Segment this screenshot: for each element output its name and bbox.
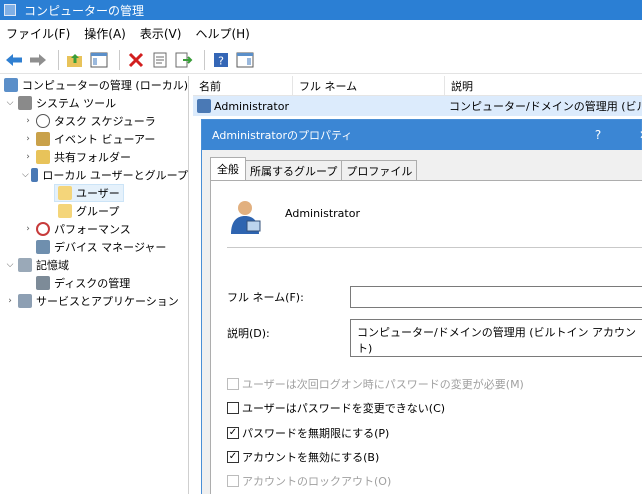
forward-arrow-icon[interactable] [28, 50, 48, 70]
checkbox-box [227, 378, 239, 390]
performance-icon [36, 222, 50, 236]
folder-icon [58, 204, 72, 218]
list-item[interactable]: Administrator コンピューター/ドメインの管理用 (ビルトイ [193, 96, 642, 116]
folder-icon [58, 186, 72, 200]
tab-profile[interactable]: プロファイル [341, 160, 418, 180]
user-avatar-icon [231, 201, 261, 234]
show-action-pane-icon[interactable] [235, 50, 255, 70]
dialog-body: 全般 所属するグループ プロファイル Administrator フル ネーム(… [202, 150, 642, 494]
show-hide-tree-icon[interactable] [89, 50, 109, 70]
chevron-right-icon[interactable]: › [4, 296, 16, 306]
up-folder-icon[interactable] [65, 50, 85, 70]
tree-item-root[interactable]: コンピューターの管理 (ローカル) [0, 76, 188, 94]
fullname-field[interactable] [350, 286, 642, 308]
computer-management-icon [4, 4, 16, 16]
menu-action[interactable]: 操作(A) [84, 25, 126, 42]
column-header-fullname[interactable]: フル ネーム [293, 76, 445, 95]
window-title-bar: コンピューターの管理 [0, 0, 642, 20]
help-button[interactable]: ? [576, 120, 620, 150]
clock-icon [36, 114, 50, 128]
navigation-tree: コンピューターの管理 (ローカル) ⌵ システム ツール › タスク スケジュー… [0, 76, 189, 494]
tree-item-performance[interactable]: › パフォーマンス [0, 220, 188, 238]
menu-help[interactable]: ヘルプ(H) [195, 25, 249, 42]
menu-view[interactable]: 表示(V) [140, 25, 182, 42]
chevron-down-icon[interactable]: ⌵ [4, 260, 16, 270]
chevron-down-icon[interactable]: ⌵ [22, 170, 29, 180]
list-item-name: Administrator [193, 99, 293, 113]
properties-icon[interactable] [150, 50, 170, 70]
svg-text:?: ? [218, 54, 224, 67]
chevron-right-icon[interactable]: › [22, 134, 34, 144]
dialog-title-bar: Administratorのプロパティ ? ✕ [202, 120, 642, 150]
export-list-icon[interactable] [174, 50, 194, 70]
toolbar-separator [119, 49, 120, 70]
tab-strip: 全般 所属するグループ プロファイル [210, 157, 418, 180]
toolbar: ? [0, 46, 642, 74]
must-change-password-checkbox[interactable]: ユーザーは次回ログオン時にパスワードの変更が必要(M) [227, 376, 524, 392]
window-title: コンピューターの管理 [24, 3, 145, 18]
description-field[interactable]: コンピューター/ドメインの管理用 (ビルトイン アカウント) [350, 319, 642, 357]
properties-dialog: Administratorのプロパティ ? ✕ 全般 所属するグループ プロファ… [201, 119, 642, 494]
checkmark-icon: ✓ [227, 427, 239, 439]
cannot-change-password-checkbox[interactable]: ユーザーはパスワードを変更できない(C) [227, 400, 445, 416]
tree-item-task-scheduler[interactable]: › タスク スケジューラ [0, 112, 188, 130]
user-icon [197, 99, 211, 113]
checkmark-icon: ✓ [227, 451, 239, 463]
tab-general[interactable]: 全般 [210, 157, 246, 180]
checkbox-box [227, 475, 239, 487]
list-item-description: コンピューター/ドメインの管理用 (ビルトイ [449, 100, 642, 113]
chevron-right-icon[interactable]: › [22, 152, 34, 162]
toolbar-separator [204, 49, 205, 70]
back-arrow-icon[interactable] [4, 50, 24, 70]
device-manager-icon [36, 240, 50, 254]
divider [227, 247, 642, 248]
selected-node: ユーザー [54, 184, 124, 202]
tree-item-groups[interactable]: グループ [0, 202, 188, 220]
tree-item-storage[interactable]: ⌵ 記憶域 [0, 256, 188, 274]
chevron-down-icon[interactable]: ⌵ [4, 98, 16, 108]
tree-item-users[interactable]: ユーザー [0, 184, 188, 202]
users-icon [30, 168, 39, 182]
services-icon [18, 294, 32, 308]
menu-file[interactable]: ファイル(F) [6, 25, 70, 42]
tree-item-event-viewer[interactable]: › イベント ビューアー [0, 130, 188, 148]
dialog-title: Administratorのプロパティ [212, 129, 353, 142]
chevron-right-icon[interactable]: › [22, 224, 34, 234]
toolbar-separator [58, 49, 59, 70]
tree-item-services-apps[interactable]: › サービスとアプリケーション [0, 292, 188, 310]
tree-item-shared-folders[interactable]: › 共有フォルダー [0, 148, 188, 166]
computer-management-icon [4, 78, 18, 92]
fullname-label: フル ネーム(F): [227, 291, 304, 304]
account-name: Administrator [285, 207, 360, 220]
close-button[interactable]: ✕ [622, 120, 642, 150]
general-panel: Administrator フル ネーム(F): 説明(D): コンピューター/… [210, 180, 642, 494]
description-label: 説明(D): [227, 327, 270, 340]
shared-folder-icon [36, 150, 50, 164]
tools-icon [18, 96, 32, 110]
tree-item-device-manager[interactable]: デバイス マネージャー [0, 238, 188, 256]
chevron-right-icon[interactable]: › [22, 116, 34, 126]
tree-item-system-tools[interactable]: ⌵ システム ツール [0, 94, 188, 112]
account-lockout-checkbox[interactable]: アカウントのロックアウト(O) [227, 473, 391, 489]
help-icon[interactable]: ? [211, 50, 231, 70]
tab-member-of[interactable]: 所属するグループ [245, 160, 343, 180]
account-disabled-checkbox[interactable]: ✓ アカウントを無効にする(B) [227, 449, 379, 465]
storage-icon [18, 258, 32, 272]
password-never-expires-checkbox[interactable]: ✓ パスワードを無期限にする(P) [227, 425, 389, 441]
column-header-description[interactable]: 説明 [445, 76, 642, 95]
column-header-name[interactable]: 名前 [193, 76, 293, 95]
event-log-icon [36, 132, 50, 146]
disk-icon [36, 276, 50, 290]
tree-item-local-users-groups[interactable]: ⌵ ローカル ユーザーとグループ [0, 166, 188, 184]
delete-icon[interactable] [126, 50, 146, 70]
tree-item-disk-management[interactable]: ディスクの管理 [0, 274, 188, 292]
checkbox-box [227, 402, 239, 414]
list-header: 名前 フル ネーム 説明 [193, 76, 642, 96]
menu-bar: ファイル(F) 操作(A) 表示(V) ヘルプ(H) [0, 22, 642, 44]
